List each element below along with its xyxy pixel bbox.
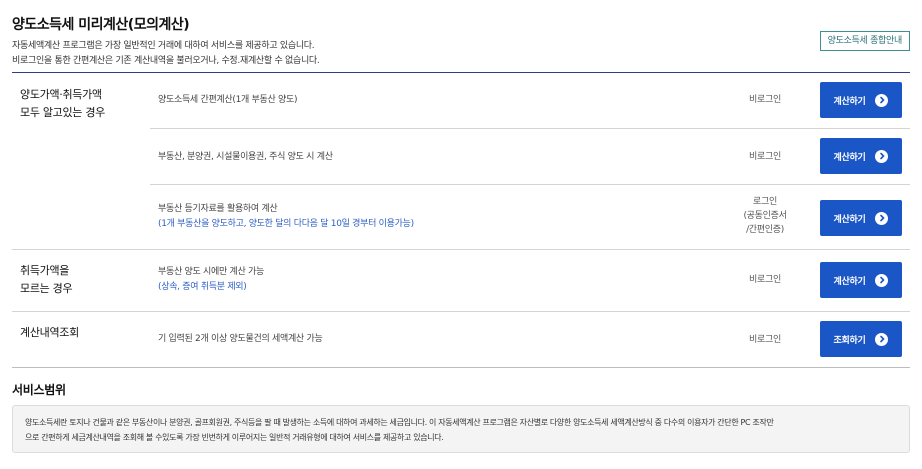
button-label: 계산하기 (833, 276, 866, 287)
group-label-line1: 취득가액을 (20, 264, 70, 277)
page-description-line2: 비로그인을 통한 간편계산은 기존 계산내역을 불러오거나, 수정.재계산할 수… (12, 56, 320, 66)
group-label-history: 계산내역조회 (20, 326, 79, 339)
chevron-right-circle-icon (875, 93, 889, 107)
group-label-line2: 모르는 경우 (20, 282, 73, 295)
page-title: 양도소득세 미리계산(모의계산) (12, 17, 190, 33)
chevron-right-circle-icon (875, 211, 889, 225)
scope-title: 서비스범위 (12, 383, 66, 397)
chevron-right-circle-icon (875, 149, 889, 163)
guide-button[interactable]: 양도소득세 종합안내 (819, 31, 910, 51)
item-text: 부동산 등기자료를 활용하여 계산 (158, 204, 278, 214)
calculate-button[interactable]: 계산하기 (820, 200, 902, 236)
login-status: 비로그인 (749, 152, 781, 162)
item-note: (상속, 증여 취득분 제외) (158, 282, 247, 292)
button-label: 계산하기 (833, 152, 866, 163)
button-label: 계산하기 (833, 96, 866, 107)
list-item: 부동산 양도 시에만 계산 가능 (상속, 증여 취득분 제외) 비로그인 계산… (150, 250, 910, 311)
item-text: 부동산, 분양권, 시설물이용권, 주식 양도 시 계산 (158, 152, 333, 162)
calculate-button[interactable]: 계산하기 (820, 82, 902, 118)
list-item: 부동산 등기자료를 활용하여 계산 (1개 부동산을 양도하고, 양도한 달의 … (150, 184, 910, 249)
item-text: 부동산 양도 시에만 계산 가능 (158, 267, 265, 277)
list-item: 양도소득세 간편계산(1개 부동산 양도) 비로그인 계산하기 (150, 73, 910, 129)
inquiry-button[interactable]: 조회하기 (820, 321, 902, 357)
scope-text-line1: 양도소득세란 토지나 건물과 같은 부동산이나 분양권, 골프회원권, 주식등을… (25, 418, 774, 427)
list-item: 기 입력된 2개 이상 양도물건의 세액계산 가능 비로그인 조회하기 (150, 312, 910, 367)
chevron-right-circle-icon (875, 332, 889, 346)
login-status-line2: (공동인증서 (743, 211, 787, 221)
login-status: 비로그인 (749, 95, 781, 105)
login-status-line3: /간편인증) (746, 225, 784, 235)
item-note: (1개 부동산을 양도하고, 양도한 달의 다다음 달 10일 경부터 이용가능… (158, 219, 414, 229)
bottom-divider (12, 367, 910, 368)
calculate-button[interactable]: 계산하기 (820, 138, 902, 174)
login-status: 비로그인 (749, 335, 781, 345)
scope-text-line2: 으로 간편하게 세금계산내역을 조회해 볼 수있도록 가장 빈번하게 이루어지는… (25, 433, 444, 442)
list-item: 부동산, 분양권, 시설물이용권, 주식 양도 시 계산 비로그인 계산하기 (150, 128, 910, 185)
login-status: 비로그인 (749, 275, 781, 285)
item-text: 기 입력된 2개 이상 양도물건의 세액계산 가능 (158, 334, 323, 344)
button-label: 조회하기 (833, 335, 866, 346)
login-status-line1: 로그인 (753, 197, 777, 207)
group-label-line1: 양도가액·취득가액 (20, 88, 102, 101)
chevron-right-circle-icon (875, 273, 889, 287)
group-label-line2: 모두 알고있는 경우 (20, 106, 105, 119)
calculate-button[interactable]: 계산하기 (820, 262, 902, 298)
item-text: 양도소득세 간편계산(1개 부동산 양도) (158, 95, 298, 105)
button-label: 계산하기 (833, 214, 866, 225)
page-description-line1: 자동세액계산 프로그램은 가장 일반적인 거래에 대하여 서비스를 제공하고 있… (12, 41, 315, 51)
scope-description-box: 양도소득세란 토지나 건물과 같은 부동산이나 분양권, 골프회원권, 주식등을… (12, 405, 910, 453)
